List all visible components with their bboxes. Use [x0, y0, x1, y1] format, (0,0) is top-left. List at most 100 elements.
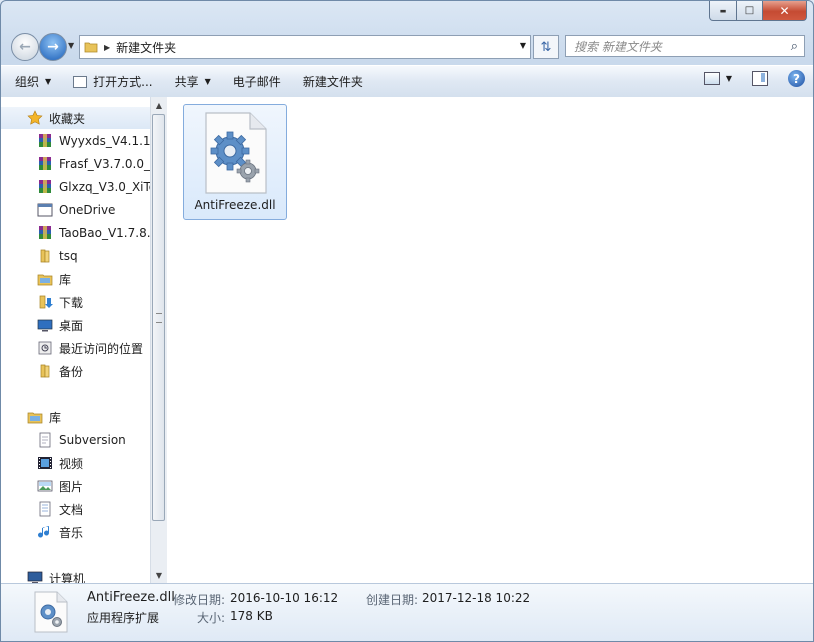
sidebar-item-favorite-2[interactable]: Glxzq_V3.0_XiTo: [37, 176, 150, 198]
sidebar-libraries-label: 库: [49, 410, 62, 425]
details-size-label: 大小:: [197, 611, 226, 625]
sidebar-item-label: Subversion: [59, 433, 126, 447]
forward-button[interactable]: →: [39, 33, 67, 61]
organize-label: 组织: [15, 75, 40, 89]
command-bar: 组织 ▼ 打开方式... 共享 ▼ 电子邮件 新建文件夹 ▼ ?: [1, 65, 813, 98]
change-view-icon[interactable]: [703, 72, 720, 85]
sidebar-item-favorite-9[interactable]: 最近访问的位置: [37, 337, 143, 359]
minimize-button[interactable]: ▬: [709, 1, 737, 21]
file-item[interactable]: AntiFreeze.dll: [183, 104, 287, 220]
search-box[interactable]: 搜索 新建文件夹 ⌕: [565, 35, 805, 57]
back-arrow-icon: ←: [19, 39, 31, 55]
navigation-bar: ← → ▼ ▶ 新建文件夹 ▼ ⇅ 搜索 新建文件夹 ⌕: [9, 32, 805, 61]
scroll-up-arrow-icon[interactable]: ▲: [151, 97, 167, 113]
details-modified-label: 修改日期:: [173, 593, 226, 607]
sidebar-item-favorite-3[interactable]: OneDrive: [37, 199, 115, 221]
sidebar-libraries-header[interactable]: 库: [27, 406, 61, 428]
navigation-pane: 收藏夹 Wyyxds_V4.1.1.1 Frasf_V3.7.0.0_X Glxzq…: [1, 97, 150, 583]
email-label: 电子邮件: [232, 75, 281, 89]
sidebar-item-library-1[interactable]: 视频: [37, 452, 83, 474]
maximize-button[interactable]: □: [737, 1, 763, 21]
scroll-down-arrow-icon[interactable]: ▼: [151, 567, 167, 583]
breadcrumb-separator-icon[interactable]: ▶: [104, 43, 110, 52]
recent-places-icon: [38, 341, 52, 355]
minimize-icon: ▬: [719, 6, 727, 15]
winrar-archive-icon: [39, 134, 51, 147]
search-icon[interactable]: ⌕: [791, 39, 798, 54]
navigation-pane-scrollbar[interactable]: ▲ ▼: [150, 97, 167, 583]
sidebar-item-label: Wyyxds_V4.1.1.1: [59, 134, 150, 148]
sidebar-item-label: 图片: [59, 479, 84, 494]
search-placeholder: 搜索 新建文件夹: [574, 39, 662, 54]
winrar-archive-icon: [39, 226, 51, 239]
forward-arrow-icon: →: [47, 39, 59, 55]
sidebar-item-label: 下载: [59, 295, 84, 310]
new-folder-label: 新建文件夹: [302, 75, 363, 89]
details-file-type: 应用程序扩展: [87, 611, 160, 625]
sidebar-item-label: OneDrive: [59, 203, 116, 217]
breadcrumb-current-folder[interactable]: 新建文件夹: [116, 39, 176, 56]
document-library-icon: [39, 432, 51, 448]
file-list-area[interactable]: AntiFreeze.dll: [167, 97, 813, 583]
details-created-value: 2017-12-18 10:22: [422, 591, 531, 605]
sidebar-item-favorite-6[interactable]: 库: [37, 268, 71, 290]
chevron-down-icon: ▼: [204, 77, 211, 86]
refresh-button[interactable]: ⇅: [533, 35, 559, 59]
view-controls: ▼ ?: [703, 70, 805, 87]
sidebar-computer-header[interactable]: 计算机: [27, 567, 85, 583]
sidebar-item-library-2[interactable]: 图片: [37, 475, 83, 497]
music-icon: [38, 526, 49, 538]
sidebar-item-label: tsq: [59, 249, 78, 263]
organize-menu[interactable]: 组织 ▼: [1, 70, 62, 94]
sidebar-item-library-0[interactable]: Subversion: [37, 429, 126, 451]
sidebar-item-library-3[interactable]: 文档: [37, 498, 83, 520]
sidebar-item-favorite-5[interactable]: tsq: [37, 245, 78, 267]
details-size-value: 178 KB: [230, 609, 273, 623]
address-bar[interactable]: ▶ 新建文件夹 ▼: [79, 35, 531, 59]
sidebar-item-favorite-10[interactable]: 备份: [37, 360, 83, 382]
details-file-name: AntiFreeze.dll: [87, 590, 175, 605]
sidebar-item-favorite-1[interactable]: Frasf_V3.7.0.0_X: [37, 153, 150, 175]
folder-icon: [84, 42, 98, 53]
sidebar-computer-label: 计算机: [49, 571, 86, 584]
sidebar-item-favorite-8[interactable]: 桌面: [37, 314, 83, 336]
new-folder-button[interactable]: 新建文件夹: [292, 70, 374, 94]
refresh-icon: ⇅: [540, 39, 552, 55]
sidebar-item-label: 音乐: [59, 525, 84, 540]
address-history-dropdown-icon[interactable]: ▼: [520, 41, 526, 50]
sidebar-item-label: 最近访问的位置: [59, 341, 144, 356]
file-name-label: AntiFreeze.dll: [194, 198, 276, 212]
back-button[interactable]: ←: [11, 33, 39, 61]
preview-pane-icon[interactable]: [752, 71, 768, 86]
open-with-button[interactable]: 打开方式...: [62, 70, 163, 94]
library-icon: [37, 274, 53, 286]
sidebar-item-favorite-7[interactable]: 下载: [37, 291, 83, 313]
recent-pages-dropdown-icon[interactable]: ▼: [68, 41, 74, 50]
sidebar-item-favorite-0[interactable]: Wyyxds_V4.1.1.1: [37, 130, 150, 152]
chevron-down-icon: ▼: [45, 77, 52, 86]
sidebar-item-library-4[interactable]: 音乐: [37, 521, 83, 543]
sidebar-item-label: Glxzq_V3.0_XiTo: [59, 180, 150, 194]
star-icon: [27, 110, 43, 125]
sidebar-item-label: Frasf_V3.7.0.0_X: [59, 157, 150, 171]
close-button[interactable]: ✕: [763, 1, 807, 21]
window-icon: [37, 203, 53, 217]
folder-icon: [40, 364, 50, 378]
email-button[interactable]: 电子邮件: [222, 70, 292, 94]
caption-buttons: ▬ □ ✕: [709, 1, 807, 21]
file-thumbnail-icon: [34, 591, 68, 633]
sidebar-item-favorite-4[interactable]: TaoBao_V1.7.8.: [37, 222, 150, 244]
share-menu[interactable]: 共享 ▼: [164, 70, 222, 94]
view-options-dropdown-icon[interactable]: ▼: [726, 74, 732, 83]
details-pane: AntiFreeze.dll 应用程序扩展 修改日期: 2016-10-10 1…: [1, 583, 813, 641]
desktop-icon: [37, 319, 53, 332]
open-with-label: 打开方式...: [93, 75, 153, 89]
sidebar-favorites-header[interactable]: 收藏夹: [1, 107, 150, 129]
scrollbar-thumb[interactable]: [152, 114, 165, 521]
open-with-icon: [73, 75, 88, 88]
sidebar-item-label: 视频: [59, 456, 84, 471]
help-icon[interactable]: ?: [788, 70, 805, 87]
winrar-archive-icon: [39, 180, 51, 193]
sidebar-item-label: 库: [59, 272, 72, 287]
folder-icon: [40, 249, 50, 263]
